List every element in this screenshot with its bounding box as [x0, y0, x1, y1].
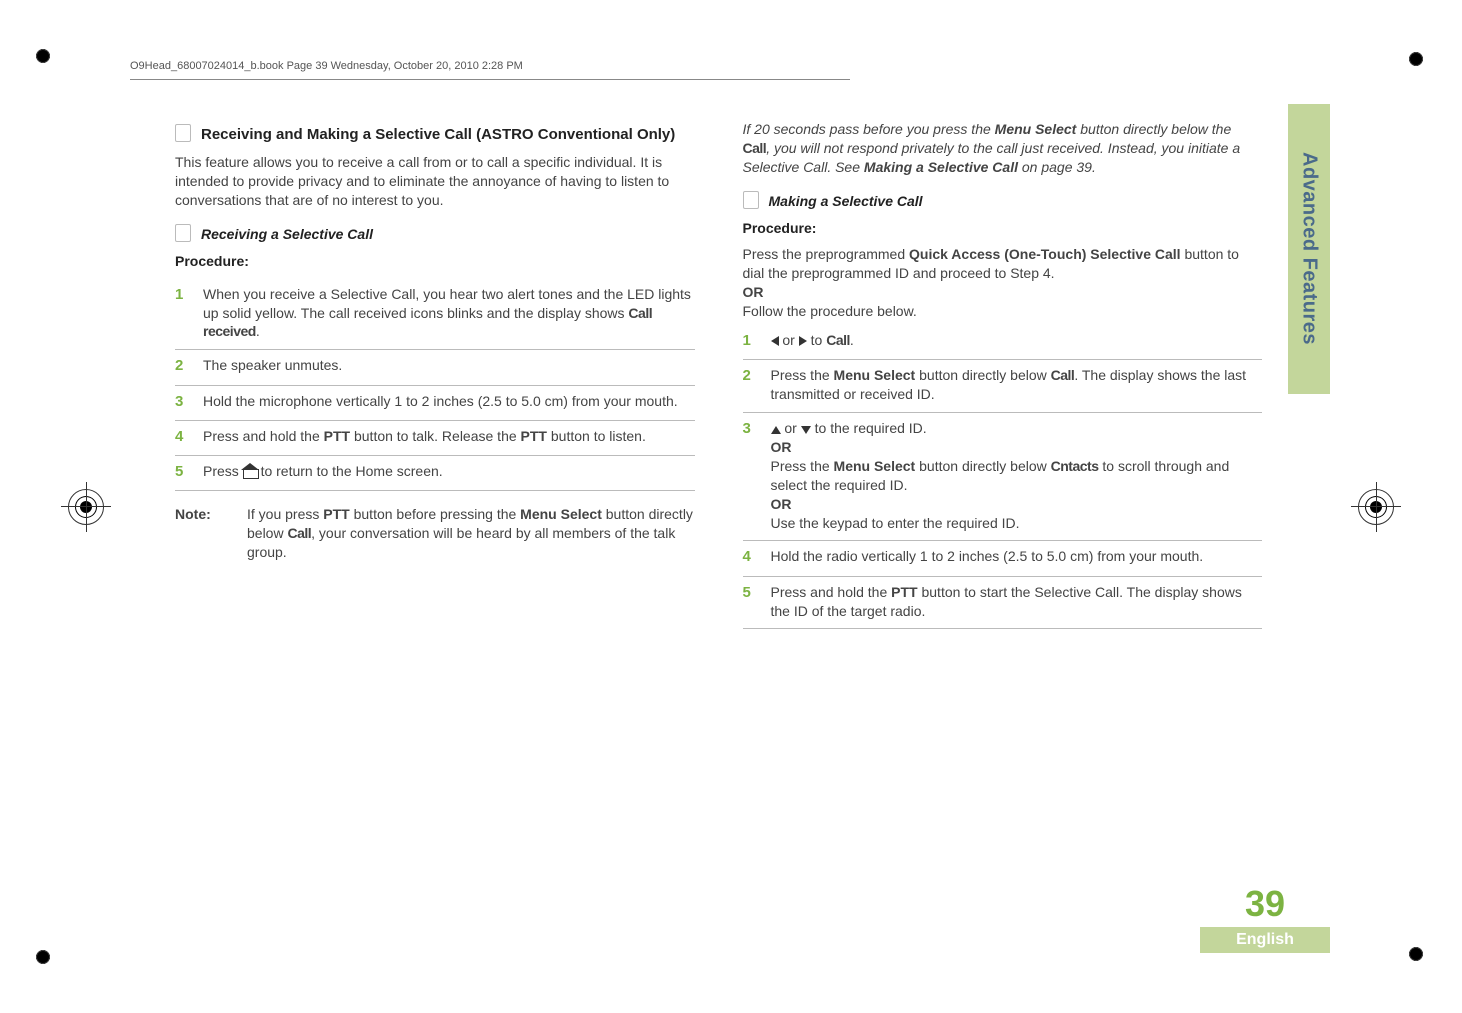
document-icon [743, 191, 759, 209]
registration-target-icon [68, 489, 104, 525]
procedure-step: 4 Press and hold the PTT button to talk.… [175, 421, 695, 456]
side-tab-label: Advanced Features [1298, 152, 1321, 345]
procedure-step: 2 Press the Menu Select button directly … [743, 360, 1263, 413]
page-number: 39 [1200, 883, 1330, 925]
subsection-heading-text: Receiving a Selective Call [201, 226, 373, 242]
step-number: 4 [743, 547, 757, 567]
step-number: 5 [743, 583, 757, 621]
left-arrow-icon [771, 336, 779, 346]
footer-block: 39 English [1200, 883, 1330, 953]
procedure-step: 4 Hold the radio vertically 1 to 2 inche… [743, 541, 1263, 576]
step-text: Press and hold the PTT button to start t… [771, 583, 1263, 621]
procedure-step: 1 When you receive a Selective Call, you… [175, 279, 695, 351]
intro-text: This feature allows you to receive a cal… [175, 153, 695, 210]
step-number: 2 [743, 366, 757, 404]
procedure-step: 5 Press to return to the Home screen. [175, 456, 695, 491]
procedure-intro: Press the preprogrammed Quick Access (On… [743, 245, 1263, 321]
procedure-step: 3 Hold the microphone vertically 1 to 2 … [175, 386, 695, 421]
procedure-step: 2 The speaker unmutes. [175, 350, 695, 385]
up-arrow-icon [771, 426, 781, 434]
page-content: Receiving and Making a Selective Call (A… [175, 120, 1262, 953]
home-icon [243, 465, 257, 477]
crop-mark-icon [32, 946, 54, 968]
continuation-note: If 20 seconds pass before you press the … [743, 120, 1263, 177]
step-text: When you receive a Selective Call, you h… [203, 285, 695, 342]
step-number: 3 [175, 392, 189, 412]
subsection-heading: Receiving a Selective Call [203, 224, 695, 244]
step-text: or to the required ID. OR Press the Menu… [771, 419, 1263, 532]
step-text: Hold the microphone vertically 1 to 2 in… [203, 392, 695, 412]
step-number: 3 [743, 419, 757, 532]
language-label: English [1200, 927, 1330, 953]
running-header-rule [130, 79, 850, 80]
step-text: Press to return to the Home screen. [203, 462, 695, 482]
note-label: Note: [175, 505, 227, 562]
document-icon [175, 124, 191, 142]
procedure-step: 1 or to Call. [743, 325, 1263, 360]
crop-mark-icon [1402, 45, 1430, 73]
side-tab: Advanced Features [1288, 104, 1330, 394]
document-icon [175, 224, 191, 242]
section-heading: Receiving and Making a Selective Call (A… [203, 124, 695, 145]
step-text: Press and hold the PTT button to talk. R… [203, 427, 695, 447]
step-text: The speaker unmutes. [203, 356, 695, 376]
procedure-label: Procedure: [175, 252, 695, 271]
step-number: 1 [743, 331, 757, 351]
procedure-step: 3 or to the required ID. OR Press the Me… [743, 413, 1263, 541]
note-text: If you press PTT button before pressing … [247, 505, 695, 562]
note-block: Note: If you press PTT button before pre… [175, 505, 695, 562]
section-heading-text: Receiving and Making a Selective Call (A… [201, 126, 675, 143]
left-column: Receiving and Making a Selective Call (A… [175, 120, 695, 629]
running-header: O9Head_68007024014_b.book Page 39 Wednes… [130, 60, 523, 72]
step-number: 1 [175, 285, 189, 342]
step-number: 2 [175, 356, 189, 376]
step-text: or to Call. [771, 331, 1263, 351]
step-text: Press the Menu Select button directly be… [771, 366, 1263, 404]
crop-mark-icon [1402, 940, 1430, 968]
right-column: If 20 seconds pass before you press the … [743, 120, 1263, 629]
step-number: 4 [175, 427, 189, 447]
step-text: Hold the radio vertically 1 to 2 inches … [771, 547, 1263, 567]
right-arrow-icon [799, 336, 807, 346]
step-number: 5 [175, 462, 189, 482]
procedure-label: Procedure: [743, 219, 1263, 238]
registration-target-icon [1358, 489, 1394, 525]
crop-mark-icon [32, 45, 54, 67]
subsection-heading: Making a Selective Call [771, 191, 1263, 211]
subsection-heading-text: Making a Selective Call [769, 193, 923, 209]
procedure-step: 5 Press and hold the PTT button to start… [743, 577, 1263, 630]
down-arrow-icon [801, 426, 811, 434]
